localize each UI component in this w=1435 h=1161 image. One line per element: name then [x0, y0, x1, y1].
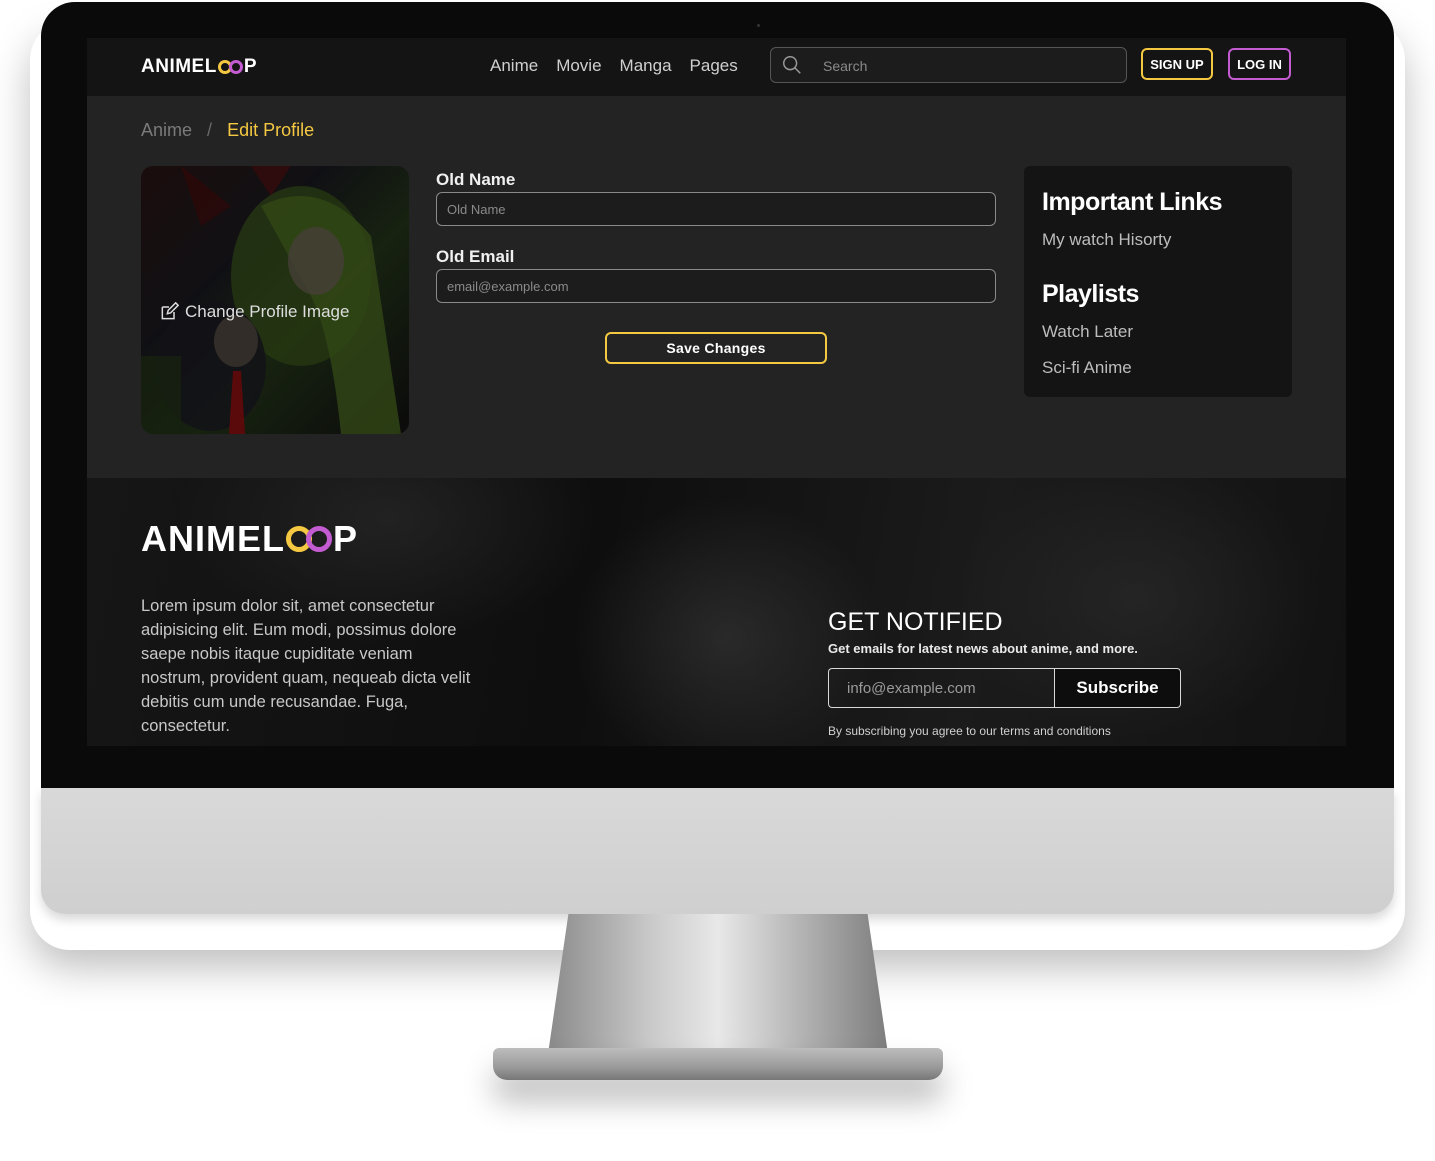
screen: ANIMEL P Anime Movie Manga Pages SIGN UP…	[87, 38, 1346, 746]
nav-links: Anime Movie Manga Pages	[490, 56, 738, 76]
search-icon[interactable]	[781, 54, 803, 76]
brand-text-right: P	[243, 56, 258, 77]
camera-dot	[757, 24, 760, 27]
footer-loop-logo-icon	[286, 526, 332, 552]
get-notified-subtitle: Get emails for latest news about anime, …	[828, 641, 1138, 656]
playlists-title: Playlists	[1042, 280, 1139, 308]
nav-link-manga[interactable]: Manga	[620, 56, 672, 76]
footer: ANIMEL P Lorem ipsum dolor sit, amet con…	[87, 478, 1346, 746]
nav-link-movie[interactable]: Movie	[556, 56, 601, 76]
old-email-input[interactable]	[436, 269, 996, 303]
search-box	[770, 47, 1127, 83]
edit-icon	[161, 302, 179, 320]
signup-button[interactable]: SIGN UP	[1141, 48, 1213, 80]
navbar: ANIMEL P Anime Movie Manga Pages SIGN UP…	[87, 38, 1346, 96]
footer-brand-text-right: P	[333, 518, 359, 559]
change-profile-image-button[interactable]: Change Profile Image	[159, 302, 349, 322]
terms-notice: By subscribing you agree to our terms an…	[828, 724, 1111, 738]
monitor-stand	[548, 914, 888, 1054]
footer-description: Lorem ipsum dolor sit, amet consectetur …	[141, 597, 471, 735]
nav-link-anime[interactable]: Anime	[490, 56, 538, 76]
search-input[interactable]	[821, 52, 1115, 80]
sidebar-card: Important Links My watch Hisorty Playlis…	[1024, 166, 1292, 397]
breadcrumb-separator: /	[207, 120, 213, 140]
subscribe-button[interactable]: Subscribe	[1054, 668, 1181, 708]
brand-logo[interactable]: ANIMEL P	[141, 56, 257, 78]
old-name-label: Old Name	[436, 170, 516, 189]
get-notified-title: GET NOTIFIED	[828, 608, 1003, 636]
important-links-title: Important Links	[1042, 188, 1223, 216]
profile-artwork	[141, 166, 409, 434]
old-email-label: Old Email	[436, 247, 515, 266]
nav-link-pages[interactable]: Pages	[690, 56, 738, 76]
breadcrumb-current: Edit Profile	[227, 120, 315, 140]
save-changes-button[interactable]: Save Changes	[605, 332, 827, 364]
change-profile-image-label: Change Profile Image	[185, 302, 350, 321]
monitor-chin	[41, 788, 1394, 914]
footer-brand-logo[interactable]: ANIMEL P	[141, 518, 358, 560]
loop-logo-icon	[217, 60, 243, 74]
footer-brand-text-left: ANIMEL	[141, 518, 285, 559]
login-button[interactable]: LOG IN	[1228, 48, 1291, 80]
breadcrumb-root[interactable]: Anime	[141, 120, 192, 140]
monitor-stand-base	[493, 1048, 943, 1080]
playlist-sci-fi-anime[interactable]: Sci-fi Anime	[1042, 358, 1132, 378]
breadcrumb: Anime / Edit Profile	[141, 120, 314, 141]
newsletter-email-input[interactable]	[828, 668, 1055, 708]
link-watch-history[interactable]: My watch Hisorty	[1042, 230, 1171, 250]
profile-image[interactable]: Change Profile Image	[141, 166, 409, 434]
brand-text-left: ANIMEL	[141, 56, 217, 77]
playlist-watch-later[interactable]: Watch Later	[1042, 322, 1133, 342]
old-name-input[interactable]	[436, 192, 996, 226]
